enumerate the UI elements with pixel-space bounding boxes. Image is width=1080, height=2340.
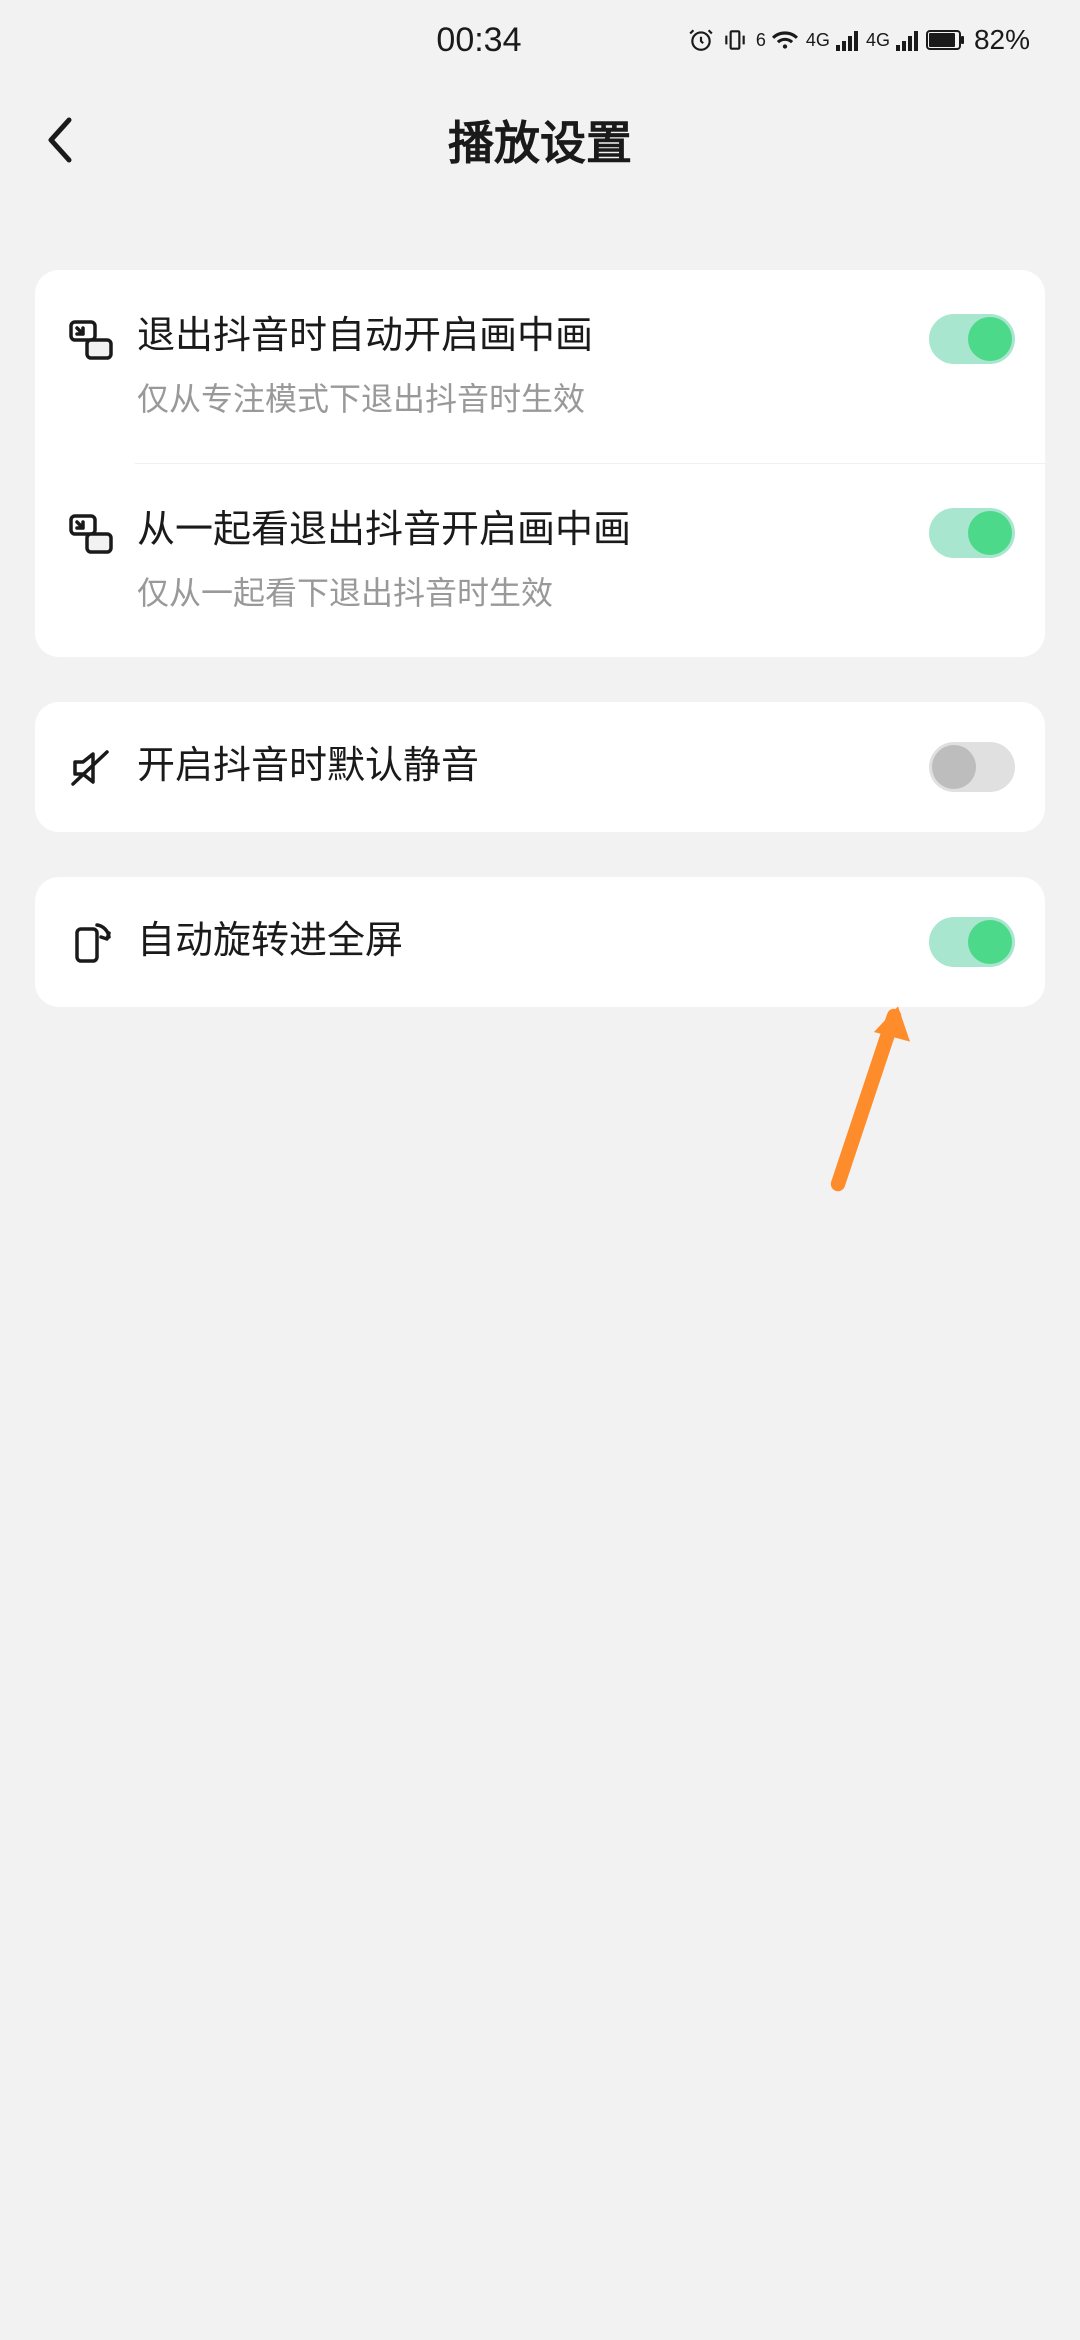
pip-icon bbox=[65, 314, 117, 366]
battery-percent: 82% bbox=[974, 24, 1030, 56]
setting-text: 自动旋转进全屏 bbox=[137, 917, 909, 966]
setting-pip-watch-together[interactable]: 从一起看退出抖音开启画中画 仅从一起看下退出抖音时生效 bbox=[35, 464, 1045, 657]
settings-group-rotate: 自动旋转进全屏 bbox=[35, 877, 1045, 1007]
annotation-arrow bbox=[810, 1000, 1010, 1200]
signal-2-icon: 4G bbox=[866, 29, 918, 51]
setting-text: 从一起看退出抖音开启画中画 仅从一起看下退出抖音时生效 bbox=[137, 506, 909, 615]
alarm-icon bbox=[688, 27, 714, 53]
battery-icon bbox=[926, 29, 966, 51]
toggle-auto-rotate-fullscreen[interactable] bbox=[929, 917, 1015, 967]
toggle-thumb bbox=[968, 920, 1012, 964]
app-header: 播放设置 bbox=[0, 80, 1080, 200]
settings-content: 退出抖音时自动开启画中画 仅从专注模式下退出抖音时生效 从一起看退出抖音开启画中… bbox=[0, 200, 1080, 1007]
wifi-icon: 6 bbox=[756, 29, 798, 51]
back-button[interactable] bbox=[30, 110, 90, 170]
pip-icon bbox=[65, 508, 117, 560]
setting-text: 退出抖音时自动开启画中画 仅从专注模式下退出抖音时生效 bbox=[137, 312, 909, 421]
mute-icon bbox=[65, 742, 117, 794]
vibrate-icon bbox=[722, 27, 748, 53]
setting-mute-on-start[interactable]: 开启抖音时默认静音 bbox=[35, 702, 1045, 832]
setting-auto-rotate-fullscreen[interactable]: 自动旋转进全屏 bbox=[35, 877, 1045, 1007]
setting-title: 从一起看退出抖音开启画中画 bbox=[137, 506, 909, 555]
setting-desc: 仅从专注模式下退出抖音时生效 bbox=[137, 379, 909, 421]
toggle-pip-watch-together[interactable] bbox=[929, 508, 1015, 558]
settings-group-mute: 开启抖音时默认静音 bbox=[35, 702, 1045, 832]
toggle-thumb bbox=[968, 511, 1012, 555]
setting-title: 退出抖音时自动开启画中画 bbox=[137, 312, 909, 361]
setting-text: 开启抖音时默认静音 bbox=[137, 742, 909, 791]
page-title: 播放设置 bbox=[448, 107, 632, 173]
toggle-mute-on-start[interactable] bbox=[929, 742, 1015, 792]
signal-1-icon: 4G bbox=[806, 29, 858, 51]
rotate-icon bbox=[65, 917, 117, 969]
setting-title: 自动旋转进全屏 bbox=[137, 917, 909, 966]
setting-title: 开启抖音时默认静音 bbox=[137, 742, 909, 791]
status-time: 00:34 bbox=[50, 21, 688, 60]
chevron-left-icon bbox=[45, 115, 75, 165]
toggle-thumb bbox=[932, 745, 976, 789]
setting-pip-on-exit[interactable]: 退出抖音时自动开启画中画 仅从专注模式下退出抖音时生效 bbox=[35, 270, 1045, 463]
setting-desc: 仅从一起看下退出抖音时生效 bbox=[137, 573, 909, 615]
toggle-thumb bbox=[968, 317, 1012, 361]
settings-group-pip: 退出抖音时自动开启画中画 仅从专注模式下退出抖音时生效 从一起看退出抖音开启画中… bbox=[35, 270, 1045, 657]
status-indicators: 6 4G 4G 82% bbox=[688, 24, 1030, 56]
toggle-pip-on-exit[interactable] bbox=[929, 314, 1015, 364]
status-bar: 00:34 6 4G 4G 82% bbox=[0, 0, 1080, 80]
